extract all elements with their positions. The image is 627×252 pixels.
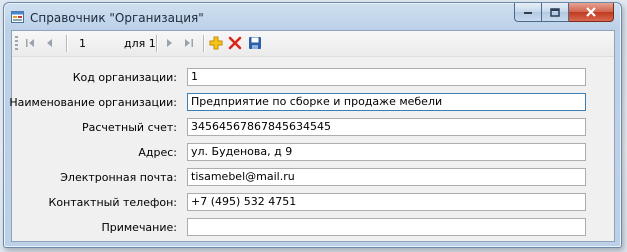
maximize-button[interactable] bbox=[542, 3, 569, 22]
account-field[interactable]: 34564567867845634545 bbox=[187, 118, 586, 136]
note-field[interactable] bbox=[187, 218, 586, 236]
close-button[interactable] bbox=[569, 3, 614, 22]
org-code-label: Код организации: bbox=[72, 71, 177, 84]
note-label: Примечание: bbox=[101, 221, 177, 234]
field-row-org-code: Код организации: 1 bbox=[12, 68, 614, 86]
field-row-account: Расчетный счет: 34564567867845634545 bbox=[12, 118, 614, 136]
address-label: Адрес: bbox=[138, 146, 177, 159]
field-row-address: Адрес: ул. Буденова, д 9 bbox=[12, 143, 614, 161]
delete-icon[interactable] bbox=[228, 36, 242, 50]
position-input[interactable]: 1 bbox=[76, 35, 126, 53]
address-field[interactable]: ул. Буденова, д 9 bbox=[187, 143, 586, 161]
toolbar-grip[interactable] bbox=[15, 36, 18, 51]
add-new-icon[interactable] bbox=[209, 36, 223, 50]
email-field[interactable]: tisamebel@mail.ru bbox=[187, 168, 586, 186]
move-last-icon[interactable] bbox=[182, 36, 196, 50]
field-row-email: Электронная почта: tisamebel@mail.ru bbox=[12, 168, 614, 186]
move-first-icon[interactable] bbox=[23, 36, 37, 50]
phone-field[interactable]: +7 (495) 532 4751 bbox=[187, 193, 586, 211]
toolbar-separator bbox=[203, 35, 204, 52]
toolbar-separator bbox=[66, 35, 67, 52]
field-row-phone: Контактный телефон: +7 (495) 532 4751 bbox=[12, 193, 614, 211]
minimize-icon bbox=[524, 12, 532, 14]
toolbar-separator bbox=[156, 35, 157, 52]
app-form-icon bbox=[11, 11, 24, 23]
form-client-area: 1 для 1 Код организации: 1 Наименование … bbox=[9, 30, 615, 242]
count-label: для 1 bbox=[124, 37, 156, 50]
binding-navigator-toolbar: 1 для 1 bbox=[12, 31, 614, 57]
account-label: Расчетный счет: bbox=[81, 121, 177, 134]
org-name-label: Наименование организации: bbox=[9, 96, 177, 109]
title-bar[interactable]: Справочник "Организация" bbox=[4, 3, 621, 30]
close-icon bbox=[586, 7, 596, 17]
app-window: Справочник "Организация" 1 для 1 Код орг… bbox=[3, 2, 622, 248]
save-icon[interactable] bbox=[248, 36, 262, 50]
minimize-button[interactable] bbox=[514, 3, 542, 22]
field-row-org-name: Наименование организации: Предприятие по… bbox=[9, 93, 614, 111]
field-row-note: Примечание: bbox=[12, 218, 614, 236]
email-label: Электронная почта: bbox=[60, 171, 177, 184]
org-name-field[interactable]: Предприятие по сборке и продаже мебели bbox=[187, 93, 586, 111]
move-next-icon[interactable] bbox=[162, 36, 176, 50]
move-previous-icon[interactable] bbox=[43, 36, 57, 50]
window-title: Справочник "Организация" bbox=[30, 11, 204, 25]
phone-label: Контактный телефон: bbox=[48, 196, 177, 209]
org-code-field[interactable]: 1 bbox=[187, 68, 586, 86]
maximize-icon bbox=[550, 7, 560, 17]
caption-buttons bbox=[514, 3, 614, 23]
